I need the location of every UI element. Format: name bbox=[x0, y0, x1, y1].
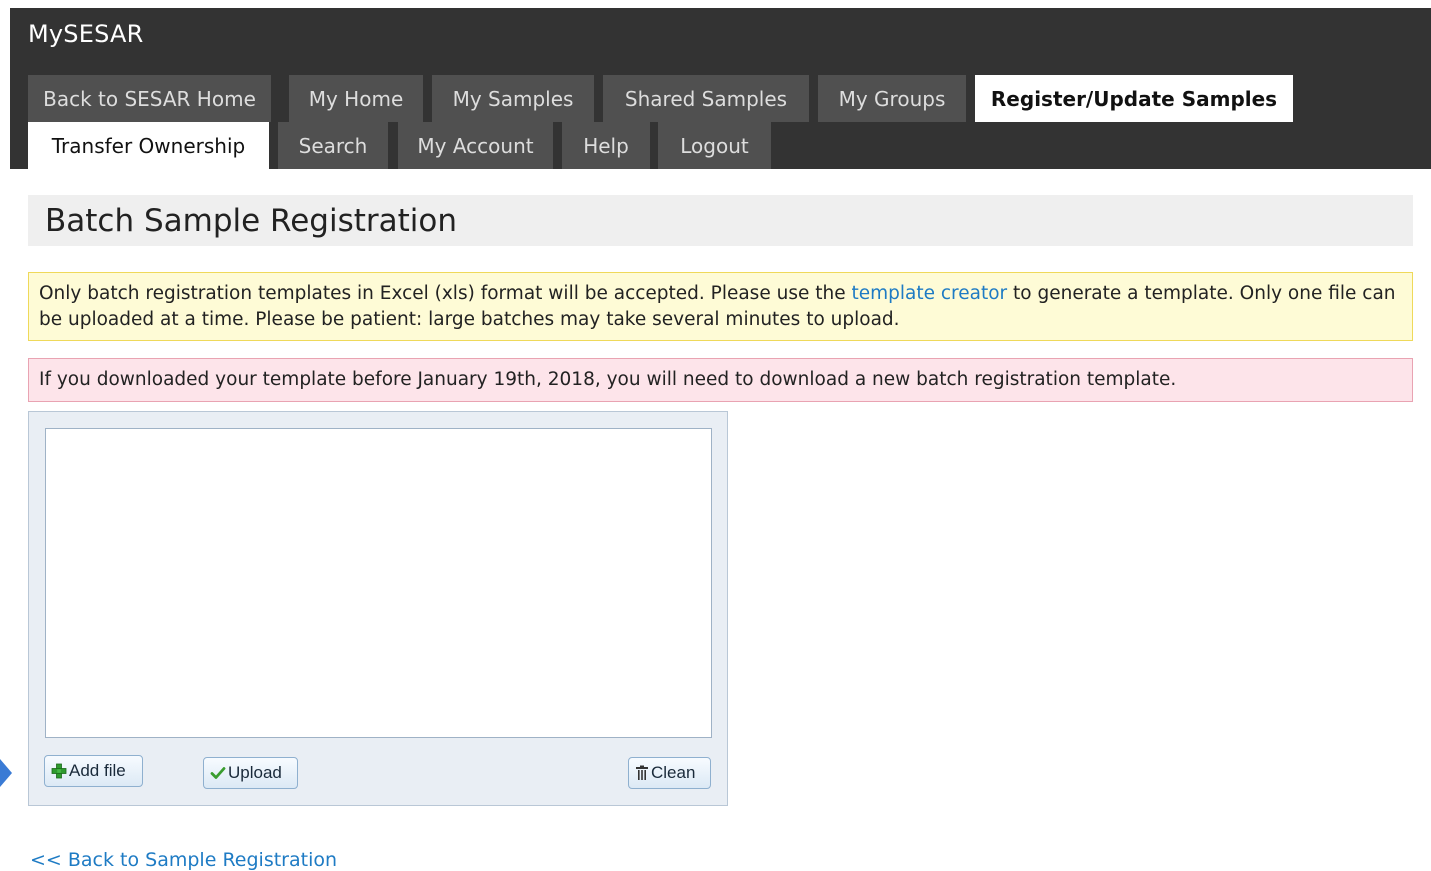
top-header: MySESAR Back to SESAR Home My Home My Sa… bbox=[10, 8, 1431, 169]
plus-icon bbox=[51, 763, 67, 779]
template-creator-link[interactable]: template creator bbox=[851, 283, 1007, 304]
add-file-label: Add file bbox=[69, 761, 126, 780]
tab-my-groups[interactable]: My Groups bbox=[818, 75, 966, 122]
info-notice-text-before: Only batch registration templates in Exc… bbox=[39, 283, 852, 304]
page-title-bar: Batch Sample Registration bbox=[28, 195, 1413, 246]
app-title: MySESAR bbox=[28, 20, 144, 48]
warning-notice-text: If you downloaded your template before J… bbox=[39, 369, 1177, 390]
tab-search[interactable]: Search bbox=[278, 122, 388, 169]
tab-my-samples[interactable]: My Samples bbox=[432, 75, 594, 122]
tab-shared-samples[interactable]: Shared Samples bbox=[603, 75, 809, 122]
tab-register-update-samples[interactable]: Register/Update Samples bbox=[975, 75, 1293, 122]
tab-logout[interactable]: Logout bbox=[658, 122, 771, 169]
info-notice: Only batch registration templates in Exc… bbox=[28, 272, 1413, 341]
upload-label: Upload bbox=[228, 763, 282, 782]
tab-my-account[interactable]: My Account bbox=[398, 122, 553, 169]
file-uploader: Add file Upload Clean bbox=[28, 411, 728, 806]
tab-my-home[interactable]: My Home bbox=[289, 75, 423, 122]
file-list-area[interactable] bbox=[45, 428, 712, 738]
warning-notice: If you downloaded your template before J… bbox=[28, 358, 1413, 402]
trash-icon bbox=[635, 765, 649, 781]
clean-label: Clean bbox=[651, 763, 696, 782]
back-to-sample-registration-link[interactable]: << Back to Sample Registration bbox=[30, 849, 337, 871]
tab-help[interactable]: Help bbox=[562, 122, 650, 169]
clean-button[interactable]: Clean bbox=[628, 757, 711, 789]
add-file-button[interactable]: Add file bbox=[44, 755, 143, 787]
upload-button[interactable]: Upload bbox=[203, 757, 298, 789]
tab-transfer-ownership[interactable]: Transfer Ownership bbox=[28, 122, 269, 169]
check-icon bbox=[210, 765, 226, 781]
side-pointer-icon bbox=[0, 759, 12, 787]
page-title: Batch Sample Registration bbox=[45, 202, 457, 239]
tab-back-to-sesar-home[interactable]: Back to SESAR Home bbox=[28, 75, 271, 122]
